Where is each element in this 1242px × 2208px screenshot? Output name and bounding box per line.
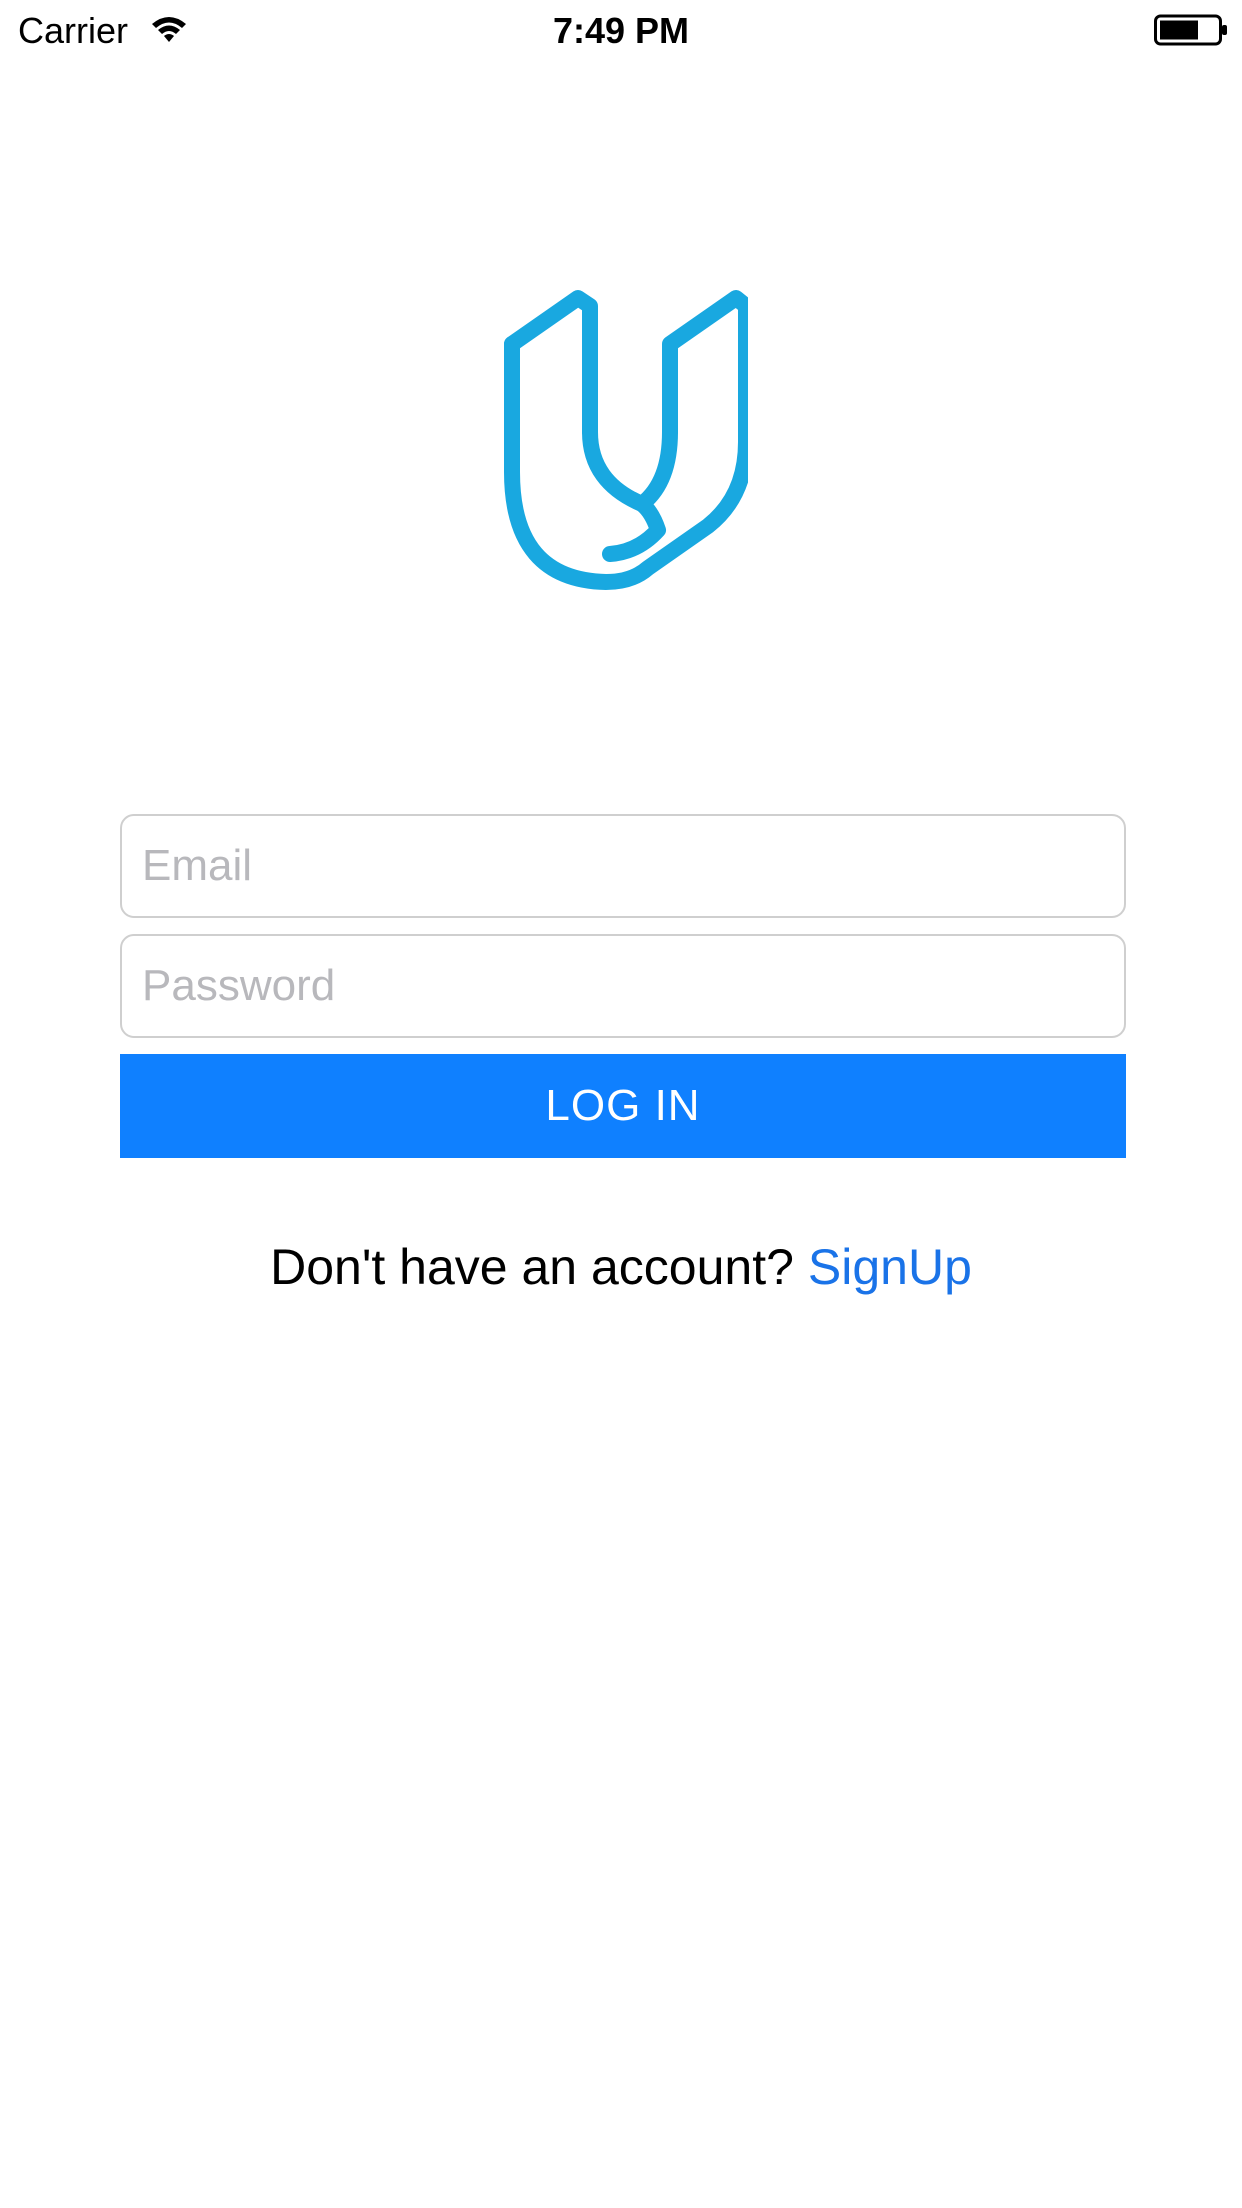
signup-row: Don't have an account? SignUp [0, 1232, 1242, 1302]
signup-prompt: Don't have an account? [270, 1239, 794, 1295]
password-field[interactable] [120, 934, 1126, 1038]
udacity-logo-icon [504, 290, 748, 590]
login-button[interactable]: LOG IN [120, 1054, 1126, 1158]
status-bar: Carrier 7:49 PM [0, 0, 1242, 62]
status-time: 7:49 PM [552, 10, 690, 51]
signup-link[interactable]: SignUp [808, 1239, 972, 1295]
battery-icon [1154, 14, 1227, 46]
email-field[interactable] [120, 814, 1126, 918]
